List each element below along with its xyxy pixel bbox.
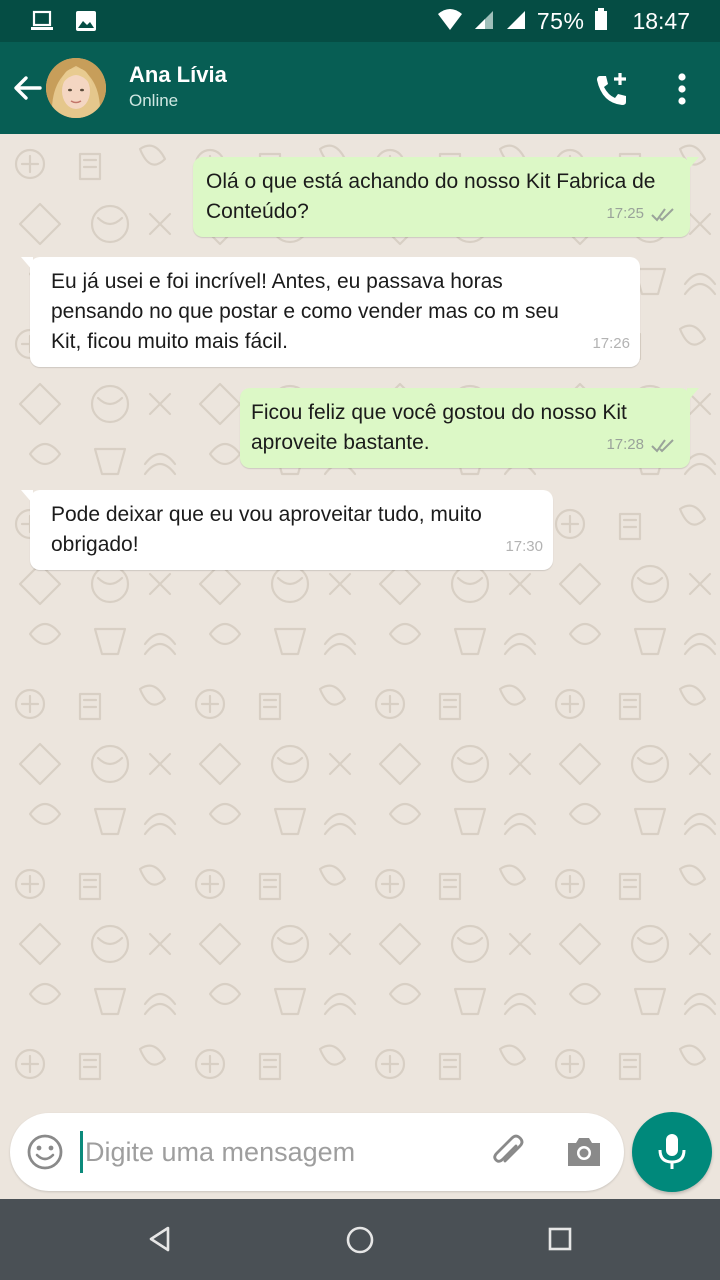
bubble-tail xyxy=(21,490,33,504)
signal-icon xyxy=(473,7,495,36)
add-call-icon[interactable] xyxy=(592,70,632,110)
message-text: Eu já usei e foi incrível! Antes, eu pas… xyxy=(51,270,559,353)
contact-name[interactable]: Ana Lívia xyxy=(129,62,227,88)
chat-header: Ana Lívia Online xyxy=(0,42,720,134)
bubble-tail xyxy=(687,388,699,402)
message-meta: 17:30 xyxy=(505,532,543,562)
message-bubble-incoming[interactable]: Pode deixar que eu vou aproveitar tudo, … xyxy=(21,490,553,570)
contact-status: Online xyxy=(129,91,179,110)
attach-icon[interactable] xyxy=(488,1132,528,1172)
avatar[interactable] xyxy=(46,58,106,118)
image-icon xyxy=(74,9,98,38)
message-meta: 17:28 xyxy=(606,430,678,460)
message-time: 17:26 xyxy=(592,335,630,352)
system-nav-bar xyxy=(0,1199,720,1280)
mic-icon xyxy=(658,1134,686,1169)
more-vert-icon[interactable] xyxy=(668,72,696,106)
message-time: 17:25 xyxy=(606,205,644,222)
double-check-icon xyxy=(651,439,674,453)
message-bubble-outgoing[interactable]: Olá o que está achando do nosso Kit Fabr… xyxy=(193,157,699,237)
message-bubble-incoming[interactable]: Eu já usei e foi incrível! Antes, eu pas… xyxy=(21,257,640,367)
nav-back-icon[interactable] xyxy=(146,1225,174,1253)
battery-icon xyxy=(594,7,608,36)
nav-home-icon[interactable] xyxy=(345,1225,375,1255)
clock: 18:47 xyxy=(632,8,690,34)
message-time: 17:28 xyxy=(606,436,644,453)
status-bar: 75% 18:47 xyxy=(0,0,720,42)
mic-button[interactable] xyxy=(632,1112,712,1192)
message-text: Ficou feliz que você gostou do nosso Kit… xyxy=(251,401,627,454)
laptop-icon xyxy=(30,9,54,38)
wifi-icon xyxy=(437,6,463,37)
battery-percent: 75% xyxy=(536,8,585,34)
message-time: 17:30 xyxy=(505,538,543,555)
message-text: Olá o que está achando do nosso Kit Fabr… xyxy=(206,170,656,223)
chat-area[interactable]: Olá o que está achando do nosso Kit Fabr… xyxy=(0,134,720,1100)
message-bubble-outgoing[interactable]: Ficou feliz que você gostou do nosso Kit… xyxy=(240,388,699,468)
camera-icon[interactable] xyxy=(564,1133,604,1171)
nav-recents-icon[interactable] xyxy=(548,1227,572,1251)
emoji-icon[interactable] xyxy=(26,1133,64,1171)
message-text: Pode deixar que eu vou aproveitar tudo, … xyxy=(51,503,482,556)
message-meta: 17:26 xyxy=(592,329,630,359)
bubble-tail xyxy=(687,157,699,171)
message-input[interactable] xyxy=(80,1131,470,1173)
double-check-icon xyxy=(651,208,674,222)
signal-icon xyxy=(505,7,527,36)
message-composer xyxy=(10,1113,624,1191)
bubble-tail xyxy=(21,257,33,271)
message-meta: 17:25 xyxy=(606,199,678,229)
back-arrow-icon[interactable] xyxy=(10,70,46,106)
